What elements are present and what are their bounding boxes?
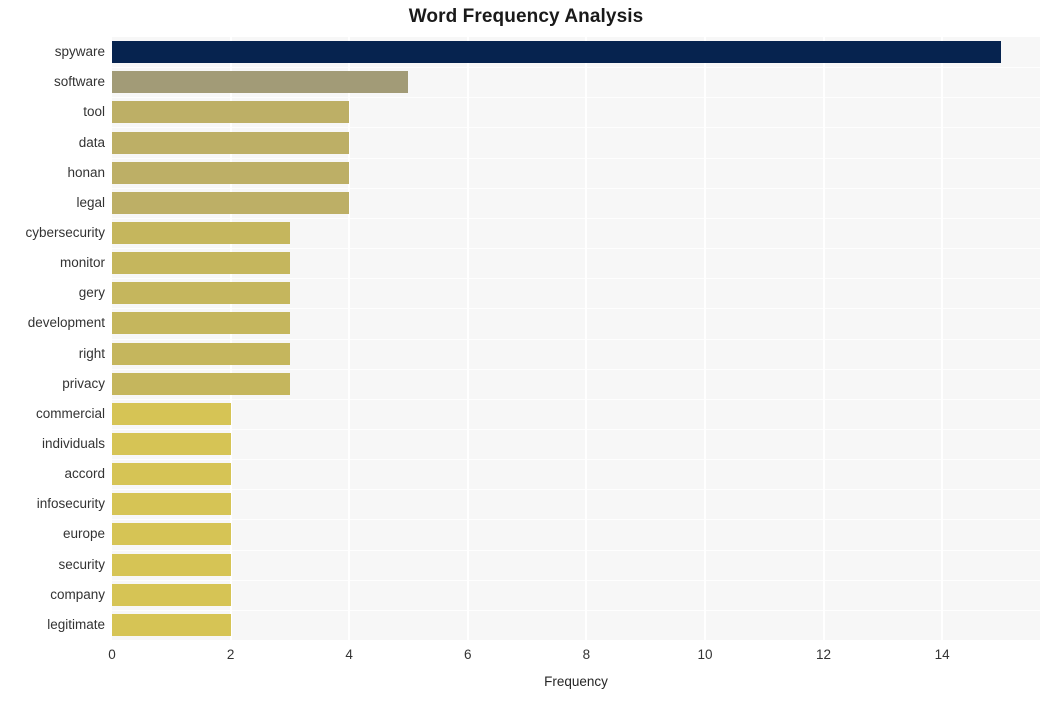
y-tick-label: cybersecurity bbox=[25, 224, 105, 240]
y-tick-label: privacy bbox=[62, 375, 105, 391]
y-tick-label: right bbox=[78, 345, 105, 361]
bar[interactable] bbox=[112, 583, 231, 606]
grid-line-horizontal bbox=[112, 368, 1040, 370]
bar[interactable] bbox=[112, 41, 1002, 64]
y-tick-label: europe bbox=[62, 526, 105, 542]
grid-line-vertical bbox=[822, 37, 825, 640]
grid-line-horizontal bbox=[112, 127, 1040, 129]
bar[interactable] bbox=[112, 613, 231, 636]
x-tick-label: 4 bbox=[345, 647, 353, 662]
bar[interactable] bbox=[112, 191, 350, 214]
grid-line-horizontal bbox=[112, 428, 1040, 430]
bar[interactable] bbox=[112, 282, 290, 305]
bar[interactable] bbox=[112, 342, 290, 365]
x-axis-title: Frequency bbox=[544, 674, 608, 689]
grid-line-horizontal bbox=[112, 157, 1040, 159]
y-axis: spyware software tool data honan legal cyberse… bbox=[0, 37, 105, 640]
bar[interactable] bbox=[112, 131, 350, 154]
y-tick-label: honan bbox=[67, 164, 105, 180]
grid-line-vertical bbox=[941, 37, 944, 640]
bar[interactable] bbox=[112, 493, 231, 516]
y-tick-label: spyware bbox=[54, 44, 105, 60]
y-tick-label: commercial bbox=[35, 405, 105, 421]
bar[interactable] bbox=[112, 372, 290, 395]
grid-line-horizontal bbox=[112, 519, 1040, 521]
grid-line-horizontal bbox=[112, 278, 1040, 280]
grid-line-vertical bbox=[585, 37, 588, 640]
y-tick-label: infosecurity bbox=[36, 496, 105, 512]
bar[interactable] bbox=[112, 221, 290, 244]
bar[interactable] bbox=[112, 71, 409, 94]
grid-line-horizontal bbox=[112, 459, 1040, 461]
grid-line-horizontal bbox=[112, 398, 1040, 400]
grid-line-horizontal bbox=[112, 217, 1040, 219]
y-tick-label: gery bbox=[78, 285, 105, 301]
y-tick-label: monitor bbox=[59, 255, 105, 271]
bar[interactable] bbox=[112, 402, 231, 425]
grid-line-horizontal bbox=[112, 338, 1040, 340]
y-tick-label: software bbox=[53, 74, 105, 90]
x-tick-label: 8 bbox=[582, 647, 591, 662]
grid-line-vertical bbox=[348, 37, 351, 640]
grid-line-horizontal bbox=[112, 489, 1040, 491]
grid-line-horizontal bbox=[112, 579, 1040, 581]
bar[interactable] bbox=[112, 463, 231, 486]
y-tick-label: legitimate bbox=[47, 616, 105, 632]
y-tick-label: security bbox=[58, 556, 105, 572]
x-tick-label: 6 bbox=[464, 647, 472, 662]
x-tick-label: 10 bbox=[697, 647, 713, 662]
y-tick-label: data bbox=[78, 134, 105, 150]
grid-line-vertical bbox=[466, 37, 469, 640]
x-axis: 0 2 4 6 8 10 12 14 bbox=[108, 640, 1040, 670]
x-tick-label: 12 bbox=[816, 647, 832, 662]
grid-line-vertical bbox=[229, 37, 232, 640]
y-tick-label: legal bbox=[76, 194, 105, 210]
x-tick-label: 0 bbox=[108, 647, 116, 662]
x-tick-label: 2 bbox=[226, 647, 235, 662]
bar[interactable] bbox=[112, 433, 231, 456]
plot-area bbox=[112, 37, 1040, 640]
grid-line-horizontal bbox=[112, 187, 1040, 189]
grid-line-horizontal bbox=[112, 97, 1040, 99]
y-tick-label: individuals bbox=[41, 436, 105, 452]
bar[interactable] bbox=[112, 252, 290, 275]
bar[interactable] bbox=[112, 161, 350, 184]
y-tick-label: tool bbox=[83, 104, 105, 120]
grid-line-horizontal bbox=[112, 248, 1040, 250]
grid-line-vertical bbox=[703, 37, 706, 640]
grid-line-horizontal bbox=[112, 549, 1040, 551]
grid-line-horizontal bbox=[112, 67, 1040, 69]
x-tick-label: 14 bbox=[934, 647, 950, 662]
y-tick-label: development bbox=[27, 315, 105, 331]
grid-line-horizontal bbox=[112, 609, 1040, 611]
y-tick-label: company bbox=[50, 586, 105, 602]
bar[interactable] bbox=[112, 312, 290, 335]
grid-line-horizontal bbox=[112, 308, 1040, 310]
bar[interactable] bbox=[112, 523, 231, 546]
chart-title: Word Frequency Analysis bbox=[408, 6, 644, 27]
y-tick-label: accord bbox=[64, 466, 105, 482]
bar[interactable] bbox=[112, 101, 350, 124]
word-frequency-chart: Word Frequency Analysis spyware software t… bbox=[0, 0, 1052, 701]
bar[interactable] bbox=[112, 553, 231, 576]
